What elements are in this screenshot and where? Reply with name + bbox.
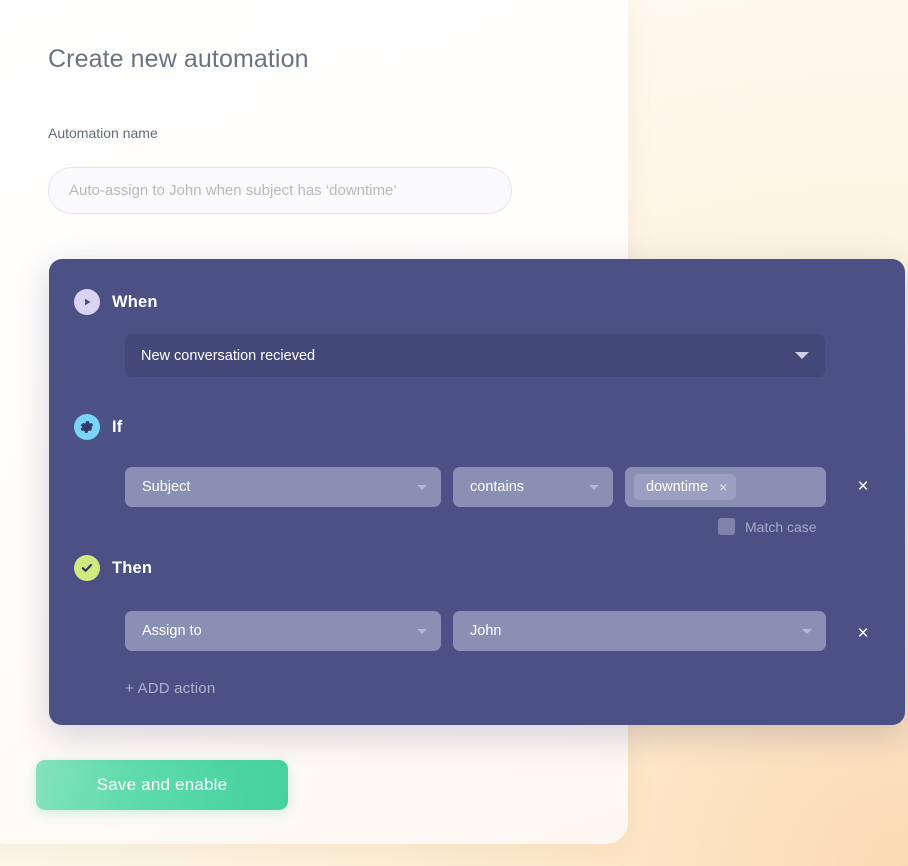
if-field-select[interactable]: Subject: [125, 467, 441, 507]
value-chip-label: downtime: [646, 479, 709, 495]
automation-name-input[interactable]: [48, 167, 512, 214]
play-icon: [74, 289, 100, 315]
if-label: If: [112, 417, 123, 436]
when-trigger-value: New conversation recieved: [141, 347, 316, 364]
then-action-value: Assign to: [142, 623, 202, 639]
match-case-label: Match case: [745, 518, 817, 535]
check-circle-icon: [74, 555, 100, 581]
then-label: Then: [112, 558, 153, 577]
if-value-input[interactable]: downtime ×: [625, 467, 826, 507]
chevron-down-icon: [795, 352, 809, 359]
chevron-down-icon: [417, 628, 427, 634]
save-and-enable-button[interactable]: Save and enable: [36, 760, 288, 810]
when-label: When: [112, 292, 158, 311]
match-case-checkbox[interactable]: Match case: [718, 518, 817, 535]
then-section-header: Then: [74, 555, 152, 581]
chevron-down-icon: [802, 628, 812, 634]
automation-name-label: Automation name: [48, 125, 158, 141]
chevron-down-icon: [589, 484, 599, 490]
if-section-header: If: [74, 414, 122, 440]
then-target-value: John: [470, 623, 502, 639]
when-section-header: When: [74, 289, 158, 315]
if-operator-select[interactable]: contains: [453, 467, 613, 507]
when-trigger-select[interactable]: New conversation recieved: [125, 334, 825, 377]
then-action-select[interactable]: Assign to: [125, 611, 441, 651]
if-operator-value: contains: [470, 479, 525, 495]
chevron-down-icon: [417, 484, 427, 490]
then-target-select[interactable]: John: [453, 611, 826, 651]
gear-icon: [74, 414, 100, 440]
page-title: Create new automation: [48, 45, 309, 73]
delete-action-button[interactable]: ×: [850, 621, 876, 647]
add-action-link[interactable]: + ADD action: [125, 680, 215, 697]
if-field-value: Subject: [142, 479, 191, 495]
checkbox-box[interactable]: [718, 518, 735, 535]
delete-condition-button[interactable]: ×: [850, 474, 876, 500]
value-chip: downtime ×: [634, 474, 737, 500]
close-icon[interactable]: ×: [719, 480, 727, 494]
